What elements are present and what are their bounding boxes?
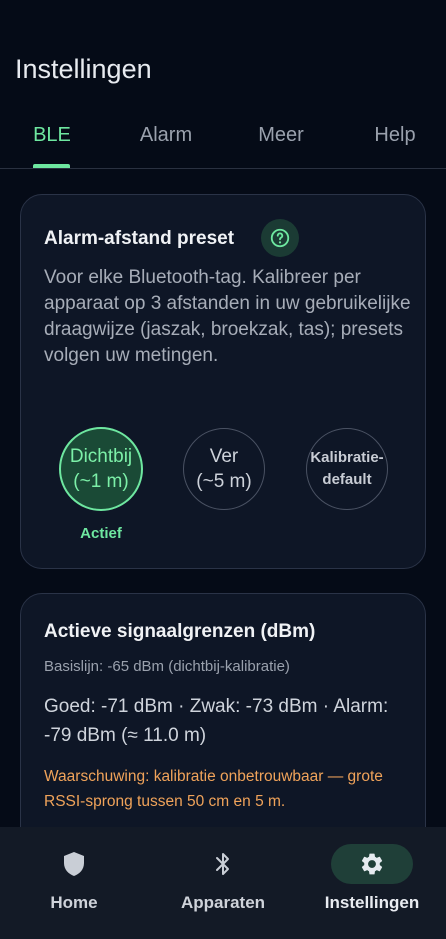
tab-ble[interactable]: BLE <box>33 124 71 147</box>
preset-label: Kalibratie- default <box>310 449 384 488</box>
signal-limits-card: Actieve signaalgrenzen (dBm) Basislijn: … <box>20 593 426 853</box>
preset-ver[interactable]: Ver (~5 m) <box>183 428 265 510</box>
preset-description: Voor elke Bluetooth-tag. Kalibreer per a… <box>44 267 411 366</box>
nav-label: Apparaten <box>180 893 266 912</box>
tab-alarm[interactable]: Alarm <box>140 124 192 147</box>
nav-label: Instellingen <box>324 893 420 912</box>
tab-meer[interactable]: Meer <box>258 124 304 147</box>
preset-kalibratie-default[interactable]: Kalibratie- default <box>306 428 388 510</box>
preset-label: Ver (~5 m) <box>196 446 252 492</box>
nav-instellingen[interactable]: Instellingen <box>298 827 446 939</box>
tab-bar: BLE Alarm Meer Help <box>0 116 446 169</box>
signal-limits-text: Goed: -71 dBm · Zwak: -73 dBm · Alarm: -… <box>44 696 389 746</box>
signal-card-title: Actieve signaalgrenzen (dBm) <box>44 621 316 642</box>
active-preset-caption: Actief <box>80 525 122 542</box>
gear-icon <box>361 853 383 875</box>
nav-label: Home <box>50 893 98 912</box>
calibration-warning: Waarschuwing: kalibratie onbetrouwbaar —… <box>44 768 383 810</box>
question-circle-icon <box>270 228 290 248</box>
preset-card: Alarm-afstand preset Voor elke Bluetooth… <box>20 194 426 569</box>
active-tab-indicator <box>33 164 70 168</box>
bluetooth-icon <box>216 853 229 875</box>
bottom-navigation: Home Apparaten Instellingen <box>0 827 446 939</box>
preset-label: Dichtbij (~1 m) <box>69 446 133 492</box>
nav-home[interactable]: Home <box>0 827 148 939</box>
help-button[interactable] <box>261 219 299 257</box>
preset-card-title: Alarm-afstand preset <box>44 228 235 249</box>
tab-help[interactable]: Help <box>374 124 415 147</box>
preset-dichtbij[interactable]: Dichtbij (~1 m) <box>59 427 143 511</box>
nav-apparaten[interactable]: Apparaten <box>149 827 297 939</box>
baseline-text: Basislijn: -65 dBm (dichtbij-kalibratie) <box>44 658 290 675</box>
shield-icon <box>64 852 84 876</box>
page-title: Instellingen <box>15 54 152 84</box>
